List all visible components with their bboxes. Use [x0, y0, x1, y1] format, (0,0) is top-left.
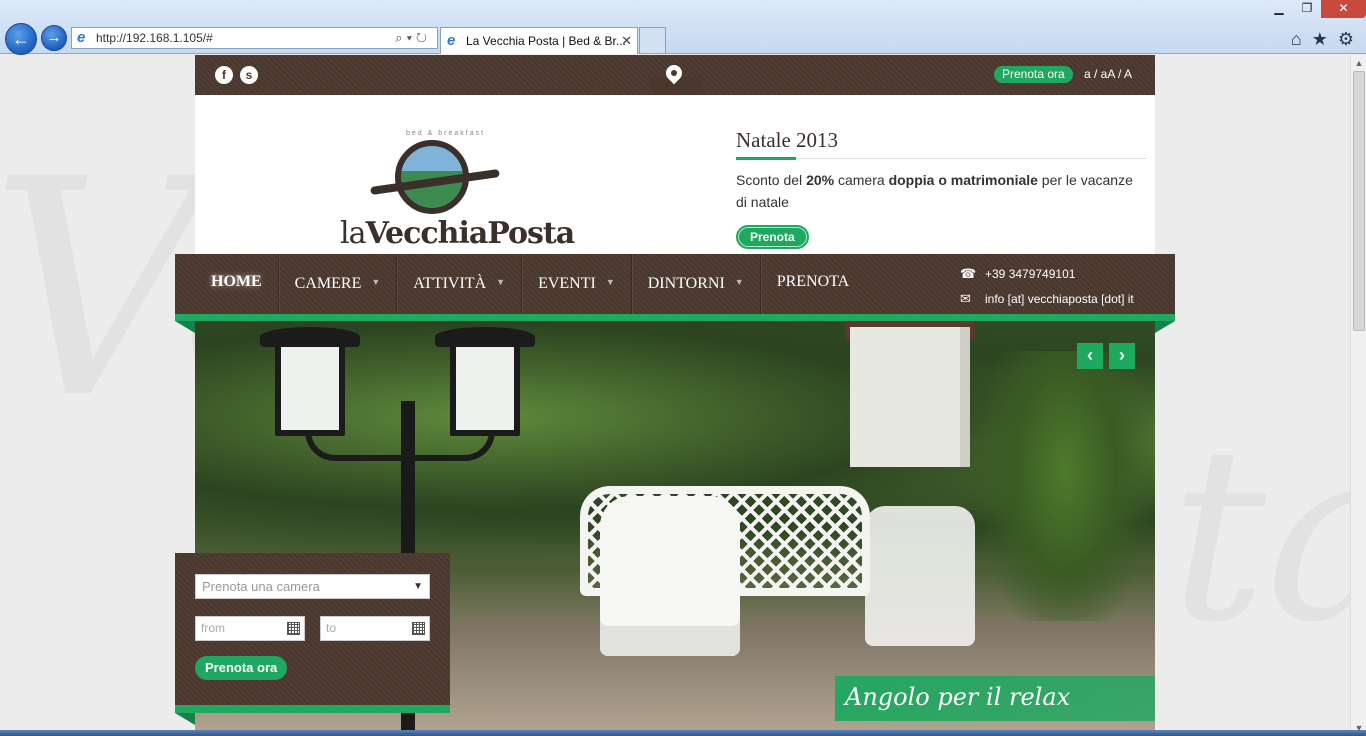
ie-icon: e — [77, 29, 86, 46]
window-buttons: ▁ ❐ ✕ — [1265, 0, 1366, 18]
nav-item-home[interactable]: HOME — [195, 254, 279, 314]
nav-fold-right — [1155, 321, 1175, 333]
slider-prev-button[interactable]: ‹ — [1077, 343, 1103, 369]
skype-icon[interactable]: s — [240, 66, 258, 84]
nav-fold-left — [175, 321, 195, 333]
browser-tools: ⌂ ★ ⚙ — [1291, 29, 1354, 50]
address-controls[interactable]: ⌕▾↻ — [395, 28, 431, 48]
back-button[interactable]: ← — [5, 23, 37, 55]
nav-item-prenota[interactable]: PRENOTA — [761, 254, 866, 314]
calendar-icon[interactable] — [412, 622, 425, 635]
main-nav: HOME CAMERE ▼ ATTIVITÀ ▼ EVENTI ▼ DINTORNI ▼… — [175, 254, 1175, 314]
news-text-4: doppia o matrimoniale — [888, 172, 1038, 188]
nav-item-eventi[interactable]: EVENTI ▼ — [522, 254, 632, 314]
booking-accent-strip — [175, 705, 450, 713]
to-date-field[interactable]: to — [320, 616, 430, 641]
logo-name: VecchiaPosta — [365, 216, 575, 251]
tab-ie-icon: e — [447, 32, 456, 49]
news-text-1: Sconto del — [736, 172, 807, 188]
email-address: info [at] vecchiaposta [dot] it — [985, 292, 1134, 306]
favorites-star-icon[interactable]: ★ — [1312, 29, 1328, 50]
slide-house — [850, 327, 970, 467]
minimize-button[interactable]: ▁ — [1265, 0, 1293, 18]
nav-item-camere[interactable]: CAMERE ▼ — [279, 254, 398, 314]
caret-down-icon: ▼ — [496, 277, 506, 287]
from-date-field[interactable]: from — [195, 616, 305, 641]
news-text-3: camera — [834, 172, 889, 188]
tab-title: La Vecchia Posta | Bed & Br... — [466, 34, 626, 48]
news-book-button[interactable]: Prenota — [736, 225, 809, 249]
nav-item-label: ATTIVITÀ — [413, 275, 487, 292]
slide-chair — [600, 496, 740, 656]
home-icon[interactable]: ⌂ — [1291, 29, 1302, 50]
logo-text: laVecchiaPosta — [340, 216, 575, 251]
nav-items: HOME CAMERE ▼ ATTIVITÀ ▼ EVENTI ▼ DINTORNI ▼… — [195, 254, 865, 314]
new-tab-button[interactable] — [639, 27, 666, 53]
background-watermark-right: ta — [1170, 395, 1350, 675]
slider-next-button[interactable]: › — [1109, 343, 1135, 369]
os-taskbar — [0, 730, 1366, 736]
nav-item-label: DINTORNI — [647, 275, 725, 292]
booking-fold — [175, 713, 195, 725]
booking-box: Prenota una camera ▼ from to Prenota ora — [175, 553, 450, 705]
calendar-icon[interactable] — [287, 622, 300, 635]
slide-lamp — [275, 341, 345, 436]
header: bed & breakfast laVecchiaPosta Natale 20… — [195, 95, 1155, 255]
logo-prefix: la — [340, 216, 367, 251]
nav-item-label: EVENTI — [538, 275, 596, 292]
scroll-thumb[interactable] — [1353, 71, 1365, 331]
nav-item-label: CAMERE — [294, 275, 362, 292]
booking-submit-button[interactable]: Prenota ora — [195, 656, 288, 680]
slide-lamp — [450, 341, 520, 436]
nav-item-label: PRENOTA — [776, 273, 850, 290]
vertical-scrollbar[interactable]: ▲ ▼ — [1350, 55, 1366, 736]
slider-arrows: ‹ › — [1077, 343, 1135, 369]
chevron-down-icon: ▼ — [413, 581, 423, 592]
nav-item-attivita[interactable]: ATTIVITÀ ▼ — [397, 254, 523, 314]
news-text: Sconto del 20% camera doppia o matrimoni… — [736, 169, 1146, 213]
social-links: f s — [215, 66, 258, 84]
tab-close-icon[interactable]: ✕ — [621, 28, 632, 54]
news-title: Natale 2013 — [736, 128, 1146, 160]
phone-icon: ☎ — [960, 266, 977, 281]
envelope-icon: ✉ — [960, 291, 971, 306]
settings-gear-icon[interactable]: ⚙ — [1338, 29, 1354, 50]
browser-chrome: ← → e http://192.168.1.105/# ⌕▾↻ e La Ve… — [0, 0, 1366, 55]
address-bar[interactable]: e http://192.168.1.105/# ⌕▾↻ — [71, 27, 438, 49]
contact-info: ☎ +39 3479749101 ✉ info [at] vecchiaposta … — [960, 266, 1134, 316]
slide-caption: Angolo per il relax — [835, 676, 1155, 721]
slide-chair — [865, 506, 975, 646]
contact-email[interactable]: ✉ info [at] vecchiaposta [dot] it — [960, 291, 1134, 316]
close-button[interactable]: ✕ — [1321, 0, 1366, 18]
address-url[interactable]: http://192.168.1.105/# — [96, 31, 213, 45]
site-logo[interactable]: bed & breakfast laVecchiaPosta — [340, 130, 575, 255]
nav-item-label: HOME — [211, 273, 262, 290]
forward-button[interactable]: → — [41, 25, 67, 51]
font-size-switcher[interactable]: a / aA / A — [1084, 66, 1132, 83]
contact-phone[interactable]: ☎ +39 3479749101 — [960, 266, 1134, 291]
from-placeholder: from — [201, 621, 225, 635]
room-select-placeholder: Prenota una camera — [202, 579, 320, 594]
web-page: Ve ta f s Prenota ora a / aA / A bed & b… — [0, 55, 1350, 736]
room-select[interactable]: Prenota una camera ▼ — [195, 574, 430, 599]
news-text-2: 20% — [806, 172, 835, 188]
maximize-button[interactable]: ❐ — [1293, 0, 1321, 18]
slide-tree — [975, 351, 1155, 651]
caret-down-icon: ▼ — [605, 277, 615, 287]
caret-down-icon: ▼ — [371, 277, 381, 287]
nav-item-dintorni[interactable]: DINTORNI ▼ — [632, 254, 761, 314]
scroll-up-icon[interactable]: ▲ — [1351, 55, 1366, 71]
caret-down-icon: ▼ — [734, 277, 744, 287]
news-box: Natale 2013 Sconto del 20% camera doppia… — [736, 128, 1146, 249]
phone-number: +39 3479749101 — [985, 267, 1076, 281]
to-placeholder: to — [326, 621, 337, 635]
book-now-top-button[interactable]: Prenota ora — [994, 66, 1073, 83]
facebook-icon[interactable]: f — [215, 66, 233, 84]
browser-tab[interactable]: e La Vecchia Posta | Bed & Br... ✕ — [440, 27, 638, 54]
logo-tagline: bed & breakfast — [406, 130, 486, 137]
nav-accent-strip — [175, 314, 1175, 321]
